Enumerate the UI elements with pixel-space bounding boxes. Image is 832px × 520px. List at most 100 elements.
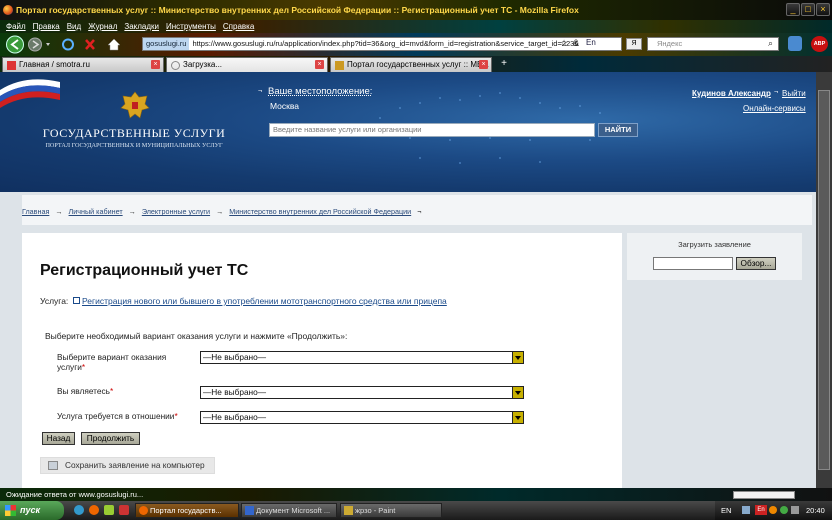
- tray-keyboard-icon[interactable]: En: [755, 505, 767, 515]
- new-tab-button[interactable]: +: [496, 57, 512, 71]
- continue-button[interactable]: Продолжить: [81, 432, 140, 445]
- back-button[interactable]: Назад: [42, 432, 75, 445]
- forward-icon[interactable]: [28, 37, 42, 52]
- browser-search-input[interactable]: Яндекс: [647, 37, 779, 51]
- online-services-link[interactable]: Онлайн-сервисы: [743, 104, 806, 113]
- taskbar-item-firefox[interactable]: Портал государств...: [135, 503, 239, 518]
- tab-smotra[interactable]: Главная / smotra.ru ×: [2, 57, 164, 72]
- breadcrumb-cabinet[interactable]: Личный кабинет: [69, 207, 123, 216]
- close-tab-icon[interactable]: ×: [151, 60, 160, 69]
- service-link[interactable]: Регистрация нового или бывшего в употреб…: [82, 296, 447, 306]
- logout-link[interactable]: Выйти: [782, 89, 806, 98]
- breadcrumb-arrow-icon: →: [216, 207, 224, 216]
- maximize-button[interactable]: □: [801, 3, 815, 16]
- logout-arrow-icon: ¬: [774, 89, 779, 96]
- role-select[interactable]: —Не выбрано—: [200, 386, 524, 399]
- tray-app-icon[interactable]: [769, 506, 777, 514]
- close-tab-icon[interactable]: ×: [315, 60, 324, 69]
- quicklaunch-app-icon[interactable]: [104, 505, 114, 515]
- brand-title[interactable]: ГОСУДАРСТВЕННЫЕ УСЛУГИ: [24, 126, 244, 141]
- breadcrumb-mvd[interactable]: Министерство внутренних дел Российской Ф…: [229, 207, 411, 216]
- quicklaunch-firefox-icon[interactable]: [89, 505, 99, 515]
- window-title-bar: Портал государственных услуг :: Министер…: [0, 0, 832, 20]
- tab-gosuslugi[interactable]: Портал государственных услуг :: МВ... ×: [330, 57, 492, 72]
- loading-progress: [733, 491, 795, 499]
- skype-addon-icon[interactable]: [788, 36, 802, 51]
- paint-icon: [344, 506, 353, 515]
- status-text: Ожидание ответа от www.gosuslugi.ru...: [6, 490, 144, 499]
- site-identity[interactable]: gosuslugi.ru: [143, 38, 190, 50]
- menu-edit[interactable]: Правка: [33, 22, 60, 31]
- field-label-target: Услуга требуется в отношении*: [57, 411, 178, 421]
- site-search-button[interactable]: НАЙТИ: [598, 123, 638, 137]
- browse-button[interactable]: Обзор...: [736, 257, 776, 270]
- window-title: Портал государственных услуг :: Министер…: [16, 5, 579, 15]
- chevron-down-icon[interactable]: [512, 412, 523, 423]
- windows-logo-icon: [5, 505, 16, 516]
- firefox-icon: [139, 506, 148, 515]
- favicon-icon: [335, 61, 344, 70]
- required-mark: *: [109, 386, 114, 396]
- menu-tools[interactable]: Инструменты: [166, 22, 216, 31]
- menu-bookmarks[interactable]: Закладки: [124, 22, 159, 31]
- coat-of-arms-icon: [120, 91, 150, 119]
- save-icon: [48, 461, 58, 470]
- menu-view[interactable]: Вид: [67, 22, 81, 31]
- nav-buttons: [6, 35, 121, 54]
- breadcrumb-end-icon: ¬: [417, 207, 422, 216]
- menu-file[interactable]: Файл: [6, 22, 26, 31]
- taskbar-item-word[interactable]: Документ Microsoft ...: [241, 503, 337, 518]
- flag-ribbon-icon: [0, 79, 60, 108]
- word-icon: [245, 506, 254, 515]
- field-label-variant: Выберите вариант оказания услуги*: [57, 352, 167, 372]
- back-icon[interactable]: [6, 35, 24, 54]
- taskbar-item-paint[interactable]: жрзо - Paint: [340, 503, 442, 518]
- upload-title: Загрузить заявление: [678, 240, 751, 249]
- user-name-link[interactable]: Кудинов Александр: [692, 89, 771, 98]
- menu-bar: Файл Правка Вид Журнал Закладки Инструменты Сп…: [0, 20, 832, 33]
- minimize-button[interactable]: _: [786, 3, 800, 16]
- page-title: Регистрационный учет ТС: [40, 262, 249, 279]
- variant-select[interactable]: —Не выбрано—: [200, 351, 524, 364]
- ampersand-icon[interactable]: &: [573, 38, 579, 48]
- menu-help[interactable]: Справка: [223, 22, 254, 31]
- history-dropdown-icon[interactable]: [46, 43, 50, 46]
- status-bar: Ожидание ответа от www.gosuslugi.ru...: [0, 488, 832, 501]
- tray-network-icon[interactable]: [742, 506, 750, 514]
- chevron-down-icon[interactable]: [512, 352, 523, 363]
- url-text: https://www.gosuslugi.ru/ru/application/…: [192, 39, 579, 48]
- brand-subtitle: ПОРТАЛ ГОСУДАРСТВЕННЫХ И МУНИЦИПАЛЬНЫХ У…: [45, 142, 223, 149]
- site-search-input[interactable]: Введите название услуги или организации: [269, 123, 595, 137]
- location-label[interactable]: Ваше местоположение:: [268, 86, 372, 97]
- target-select[interactable]: —Не выбрано—: [200, 411, 524, 424]
- translate-icon[interactable]: En: [586, 38, 596, 47]
- quicklaunch-opera-icon[interactable]: [119, 505, 129, 515]
- quicklaunch-ie-icon[interactable]: [74, 505, 84, 515]
- location-city: Москва: [270, 101, 300, 111]
- menu-history[interactable]: Журнал: [88, 22, 117, 31]
- scrollbar-thumb[interactable]: [818, 90, 830, 470]
- chevron-down-icon[interactable]: [512, 387, 523, 398]
- bookmark-star-icon[interactable]: ☆: [560, 38, 568, 49]
- breadcrumb-home[interactable]: Главная: [22, 207, 49, 216]
- upload-file-input[interactable]: [653, 257, 733, 270]
- stop-icon[interactable]: [85, 39, 95, 50]
- breadcrumb-arrow-icon: →: [55, 207, 63, 216]
- tab-loading[interactable]: Загрузка... ×: [166, 57, 328, 72]
- breadcrumb-e-services[interactable]: Электронные услуги: [142, 207, 210, 216]
- yandex-engine-icon[interactable]: Я: [626, 38, 642, 50]
- search-icon[interactable]: ⌕: [768, 38, 773, 49]
- breadcrumb: Главная → Личный кабинет → Электронные услуг…: [22, 207, 427, 216]
- close-tab-icon[interactable]: ×: [479, 60, 488, 69]
- instructions-text: Выберите необходимый вариант оказания ус…: [45, 331, 348, 341]
- language-indicator[interactable]: EN: [721, 501, 731, 520]
- reload-icon[interactable]: [62, 38, 74, 51]
- adblock-icon[interactable]: ABP: [811, 36, 828, 52]
- field-label-role: Вы являетесь*: [57, 386, 114, 396]
- tray-volume-icon[interactable]: [791, 506, 799, 514]
- tray-status-icon[interactable]: [780, 506, 788, 514]
- save-draft-button[interactable]: Сохранить заявление на компьютер: [40, 457, 215, 474]
- close-window-button[interactable]: ×: [816, 3, 830, 16]
- home-icon[interactable]: [107, 38, 121, 51]
- url-bar[interactable]: gosuslugi.ru https://www.gosuslugi.ru/ru/…: [142, 37, 622, 51]
